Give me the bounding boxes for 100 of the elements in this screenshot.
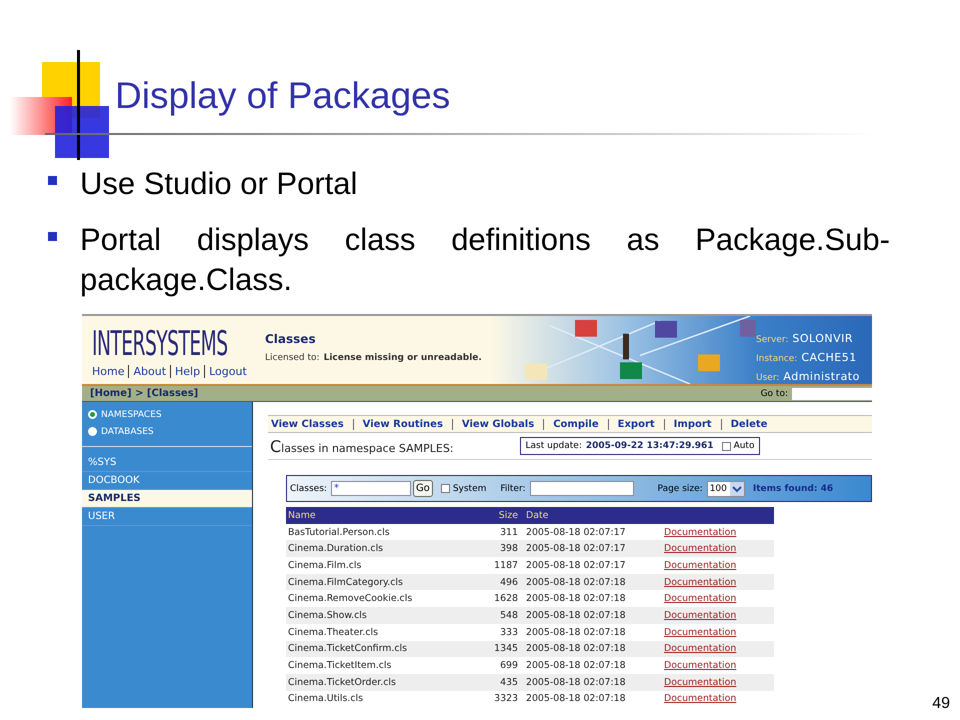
license-value: License missing or unreadable. bbox=[324, 353, 482, 363]
table-cell-text: 2005-08-18 02:07:18 bbox=[525, 593, 627, 604]
table-cell-text: Cinema.Utils.cls bbox=[287, 693, 364, 704]
filter-field[interactable] bbox=[530, 481, 634, 496]
table-cell-text: Cinema.TicketConfirm.cls bbox=[287, 643, 408, 654]
table-cell-text: 2005-08-18 02:07:17 bbox=[525, 560, 627, 571]
documentation-link[interactable]: Documentation bbox=[664, 610, 736, 621]
column-header: Date bbox=[525, 510, 550, 521]
table-cell-text: BasTutorial.Person.cls bbox=[287, 526, 391, 538]
documentation-link[interactable]: Documentation bbox=[664, 676, 736, 688]
sidebar-item[interactable]: %SYS bbox=[82, 454, 252, 472]
documentation-link[interactable]: Documentation bbox=[664, 526, 736, 538]
classes-label: Classes: bbox=[290, 484, 327, 494]
filter-label: Filter: bbox=[500, 484, 526, 494]
radio-button[interactable] bbox=[88, 427, 97, 436]
items-found: Items found: 46 bbox=[752, 484, 834, 494]
header-link[interactable]: Home bbox=[92, 365, 124, 378]
server-label: Server: bbox=[756, 335, 788, 345]
logo: INTERSYSTEMS bbox=[92, 325, 229, 363]
bullet-icon bbox=[48, 232, 57, 241]
table-cell-text: 333 bbox=[499, 626, 519, 638]
server-value: CACHE51 bbox=[801, 351, 857, 364]
table-cell-text: 2005-08-18 02:07:18 bbox=[525, 576, 627, 588]
action-link[interactable]: View Routines bbox=[352, 418, 443, 430]
documentation-link[interactable]: Documentation bbox=[664, 593, 736, 604]
documentation-link[interactable]: Documentation bbox=[664, 693, 736, 704]
breadcrumb[interactable]: [Home] > [Classes] bbox=[90, 388, 198, 399]
table-cell-text: Cinema.RemoveCookie.cls bbox=[287, 593, 414, 604]
table-cell-text: 2005-08-18 02:07:17 bbox=[525, 543, 627, 554]
table-cell-text: 435 bbox=[499, 676, 519, 688]
radio-button[interactable] bbox=[88, 410, 97, 419]
classes-field[interactable]: * bbox=[330, 481, 411, 496]
caret-icon bbox=[730, 482, 744, 496]
server-value: SOLONVIR bbox=[792, 332, 854, 345]
table-cell-text: Cinema.Theater.cls bbox=[287, 626, 379, 638]
documentation-link[interactable]: Documentation bbox=[664, 560, 736, 571]
action-link[interactable]: Compile bbox=[543, 418, 599, 430]
goto-field[interactable] bbox=[792, 388, 872, 400]
radio-label: DATABASES bbox=[101, 426, 154, 436]
table-cell-text: 2005-08-18 02:07:18 bbox=[525, 610, 627, 621]
bullet-text: Use Studio or Portal bbox=[80, 165, 358, 203]
bullet-icon bbox=[48, 176, 57, 185]
table-cell-text: 2005-08-18 02:07:18 bbox=[525, 660, 627, 672]
table-cell-text: 1628 bbox=[493, 593, 519, 604]
table-cell-text: Cinema.TicketOrder.cls bbox=[287, 676, 397, 688]
table-cell-text: 1187 bbox=[493, 560, 519, 571]
table-cell-text: Cinema.Show.cls bbox=[287, 610, 368, 621]
documentation-link[interactable]: Documentation bbox=[664, 576, 736, 588]
header-link[interactable]: Logout bbox=[204, 365, 247, 378]
page-size-dropdown[interactable]: 100 bbox=[706, 480, 745, 496]
slide-title: Display of Packages bbox=[115, 74, 450, 118]
table-cell-text: 2005-08-18 02:07:18 bbox=[525, 626, 627, 638]
goto-label: Go to: bbox=[760, 388, 788, 398]
table-cell-text: Cinema.TicketItem.cls bbox=[287, 660, 392, 672]
action-link[interactable]: View Globals bbox=[452, 418, 534, 430]
license-label: Licensed to: bbox=[265, 353, 320, 363]
action-link[interactable]: Delete bbox=[720, 418, 768, 430]
checkbox[interactable] bbox=[722, 442, 731, 450]
checkbox-label: Auto bbox=[734, 441, 754, 451]
action-link[interactable]: Export bbox=[608, 418, 655, 430]
action-link[interactable]: Import bbox=[664, 418, 712, 430]
checkbox-label: System bbox=[452, 484, 486, 494]
sidebar-item[interactable]: SAMPLES bbox=[82, 490, 252, 508]
radio-label: NAMESPACES bbox=[101, 410, 162, 420]
page-size-label: Page size: bbox=[658, 484, 703, 494]
table-cell-text: 3323 bbox=[493, 693, 519, 704]
documentation-link[interactable]: Documentation bbox=[664, 543, 736, 554]
table-cell-text: 398 bbox=[499, 543, 519, 554]
section-heading: Classes in namespace SAMPLES: bbox=[270, 436, 454, 456]
table-cell-text: 1345 bbox=[493, 643, 519, 654]
table-cell-text: Cinema.FilmCategory.cls bbox=[287, 576, 404, 588]
table-cell-text: 2005-08-18 02:07:18 bbox=[525, 676, 627, 688]
server-label: Instance: bbox=[756, 354, 798, 364]
go-button[interactable]: Go bbox=[412, 480, 433, 497]
documentation-link[interactable]: Documentation bbox=[664, 626, 736, 638]
header-link[interactable]: About bbox=[128, 365, 166, 378]
table-cell-text: Cinema.Duration.cls bbox=[287, 543, 384, 554]
update-label: Last update: bbox=[526, 441, 582, 451]
server-label: User: bbox=[756, 373, 780, 383]
server-value: Administrato bbox=[783, 370, 860, 383]
action-link[interactable]: View Classes bbox=[271, 418, 344, 430]
documentation-link[interactable]: Documentation bbox=[664, 643, 736, 654]
bullet-text: Portal displays class definitions as Package.Sub-package.Class. bbox=[80, 221, 890, 299]
update-value: 2005-09-22 13:47:29.961 bbox=[586, 441, 714, 451]
table-cell-text: 311 bbox=[499, 526, 519, 538]
table-cell-text: 2005-08-18 02:07:18 bbox=[525, 643, 627, 654]
table-cell-text: 2005-08-18 02:07:18 bbox=[525, 693, 627, 704]
header-link[interactable]: Help bbox=[170, 365, 200, 378]
table-cell-text: Cinema.Film.cls bbox=[287, 560, 362, 571]
column-header: Name bbox=[287, 510, 317, 521]
documentation-link[interactable]: Documentation bbox=[664, 660, 736, 672]
table-cell-text: 699 bbox=[499, 660, 519, 672]
sidebar-item[interactable]: USER bbox=[82, 508, 252, 526]
table-cell-text: 2005-08-18 02:07:17 bbox=[525, 526, 627, 538]
checkbox[interactable] bbox=[440, 484, 450, 493]
table-cell-text: 548 bbox=[499, 610, 519, 621]
table-cell-text: 496 bbox=[499, 576, 519, 588]
page-number: 49 bbox=[932, 695, 950, 713]
column-header: Size bbox=[498, 510, 519, 521]
page-title: Classes bbox=[265, 332, 317, 346]
